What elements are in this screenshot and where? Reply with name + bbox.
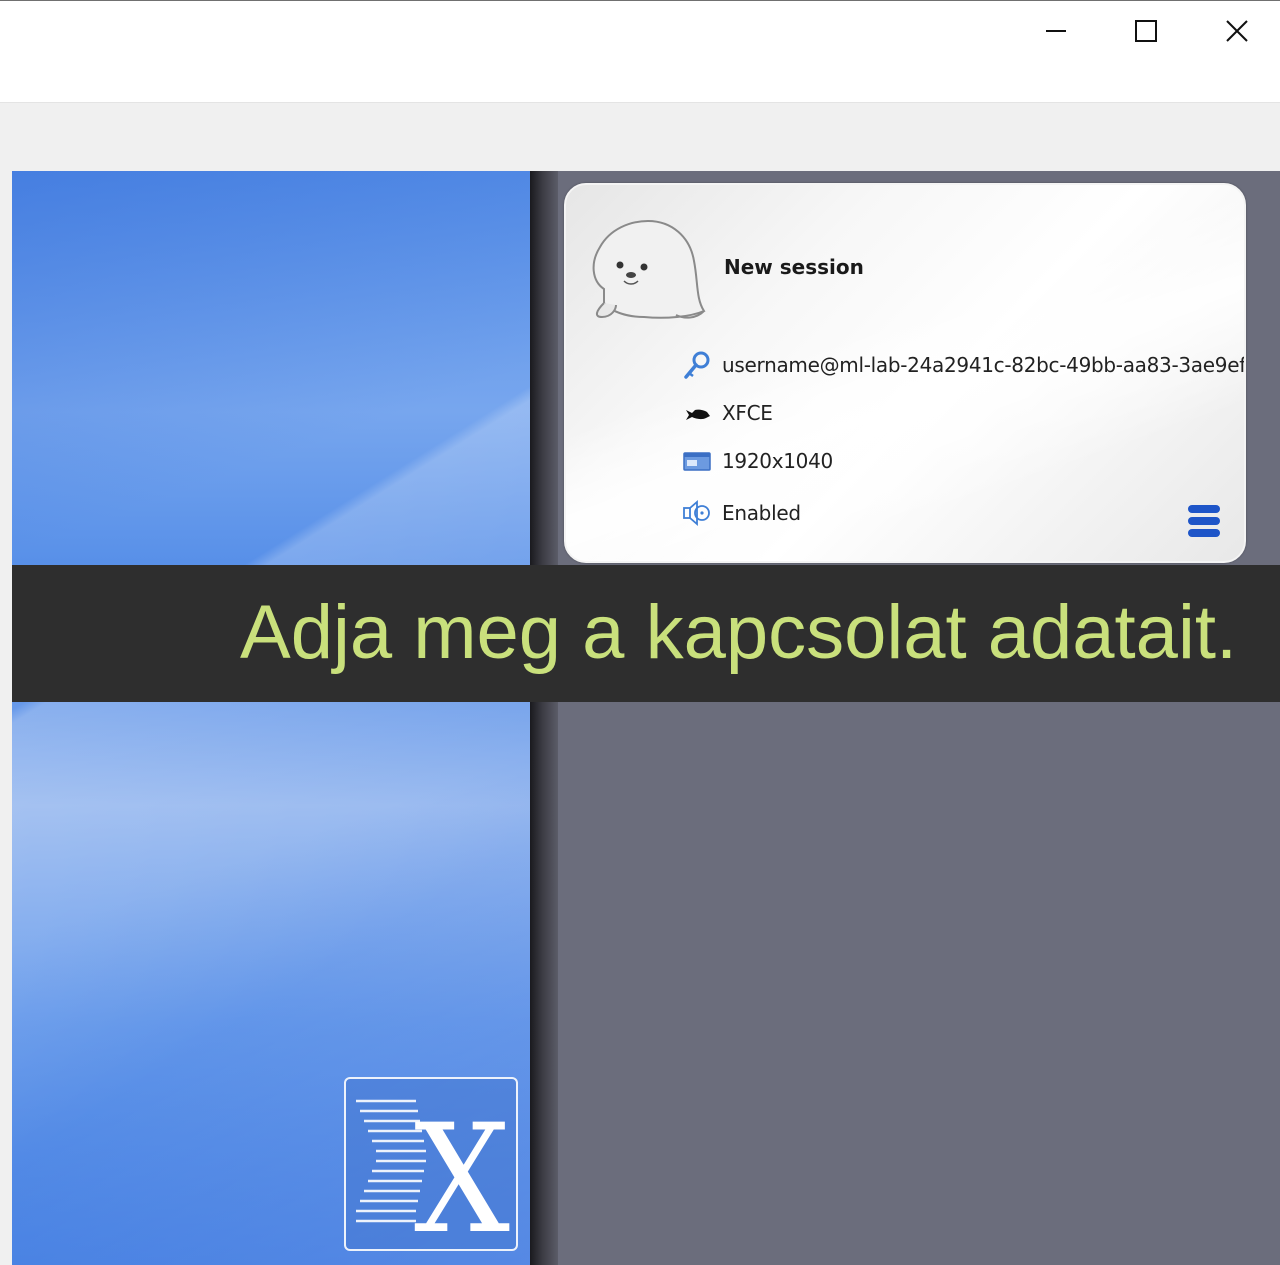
- session-desktop-row: XFCE: [682, 396, 773, 430]
- maximize-icon: [1135, 20, 1157, 42]
- hamburger-menu-icon: [1188, 505, 1220, 537]
- session-resolution: 1920x1040: [722, 449, 833, 473]
- toolbar: [0, 102, 1280, 171]
- display-icon: [682, 446, 712, 476]
- key-icon: [682, 350, 712, 380]
- session-desktop: XFCE: [722, 401, 773, 425]
- window-titlebar: [0, 0, 1280, 61]
- session-sound: Enabled: [722, 501, 801, 525]
- session-sound-row: Enabled: [682, 496, 801, 530]
- left-border: [0, 170, 12, 1265]
- minimize-icon: [1046, 30, 1066, 32]
- x2go-logo-icon: X: [344, 1077, 518, 1265]
- status-banner: Adja meg a kapcsolat adatait.: [12, 565, 1280, 702]
- seal-avatar-icon: [592, 219, 706, 319]
- session-resolution-row: 1920x1040: [682, 444, 833, 478]
- session-menu-button[interactable]: [1186, 501, 1222, 541]
- session-login: username@ml-lab-24a2941c-82bc-49bb-aa83-…: [722, 353, 1246, 377]
- svg-text:X: X: [414, 1093, 510, 1249]
- blue-background-panel: X: [12, 171, 530, 1265]
- xfce-mouse-icon: [682, 398, 712, 428]
- session-login-row: username@ml-lab-24a2941c-82bc-49bb-aa83-…: [682, 348, 1246, 382]
- speaker-icon: [682, 498, 712, 528]
- close-icon: [1226, 20, 1248, 42]
- session-card[interactable]: New session username@ml-lab-24a2941c-82b…: [564, 183, 1246, 563]
- close-button[interactable]: [1207, 2, 1267, 60]
- panel-divider-shadow: [530, 171, 558, 1265]
- minimize-button[interactable]: [1026, 2, 1086, 60]
- session-name[interactable]: New session: [724, 255, 864, 279]
- maximize-button[interactable]: [1116, 2, 1176, 60]
- menu-bar: [12, 60, 1280, 102]
- banner-message: Adja meg a kapcsolat adatait.: [240, 590, 1238, 675]
